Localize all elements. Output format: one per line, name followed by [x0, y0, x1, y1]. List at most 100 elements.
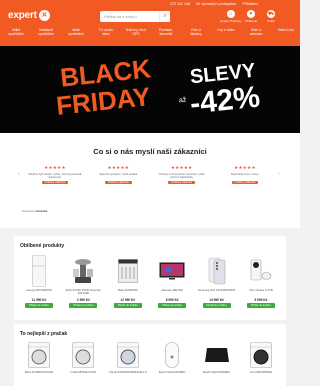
product-card[interactable]: LG F4WV508S0E: [242, 341, 280, 378]
heureka-logo: Heureka: [36, 209, 48, 213]
search-icon[interactable]: ⌕: [159, 11, 170, 22]
nav-item[interactable]: Vestavné spotřebiče: [35, 28, 57, 36]
chevron-right-icon[interactable]: ›: [278, 171, 280, 177]
water-heater-image[interactable]: [159, 341, 185, 369]
login-link[interactable]: Přihlášení: [242, 2, 258, 6]
reviews-source[interactable]: Hodnocení Heureka: [22, 209, 47, 213]
product-name[interactable]: Beko WUE6612CSAW: [25, 371, 53, 378]
product-name[interactable]: LG F4WV508S0E: [250, 371, 272, 378]
phone-link[interactable]: 272 102 148: [170, 2, 190, 6]
add-to-cart-button[interactable]: Přidat do košíku: [25, 303, 53, 308]
wishlist-button[interactable]: ♥ Oblíbené: [243, 10, 259, 23]
product-card[interactable]: Bosch WQG24509EU: [198, 341, 236, 378]
review-card: ★★★★★ Všechno bylo skvěle, rychle, ochot…: [28, 165, 82, 184]
product-price: 8 990 Kč: [165, 298, 179, 302]
logo-mark-icon: ✕: [38, 9, 50, 21]
search-input[interactable]: Hledat na e-shopu ⌕: [100, 11, 170, 22]
star-rating-icon: ★★★★★: [107, 165, 130, 170]
product-card[interactable]: Indesit BWSE 61051: [64, 341, 102, 378]
logo[interactable]: expert ✕: [8, 9, 50, 21]
verified-badge: Ověřený zákazník: [231, 181, 259, 184]
product-list: Gorenje RK4181PW4 11 990 Kč Přidat do ko…: [20, 255, 280, 308]
washing-machine-image[interactable]: [70, 341, 96, 369]
reviews-carousel: ★★★★★ Všechno bylo skvěle, rychle, ochot…: [28, 165, 272, 184]
product-card[interactable]: Bosch WGG04409BY: [153, 341, 191, 378]
product-list: Beko WUE6612CSAW Indesit BWSE 61051 Cand…: [20, 341, 280, 378]
washing-machine-image[interactable]: [115, 341, 141, 369]
product-card[interactable]: Beko DIN36430 12 990 Kč Přidat do košíku: [109, 255, 147, 308]
black-friday-banner[interactable]: BLACK FRIDAY SLEVY až -42%: [0, 46, 300, 133]
nav-item[interactable]: Velké spotřebiče: [5, 28, 27, 36]
food-processor-image[interactable]: [70, 255, 96, 287]
stores-button[interactable]: ⌂ Expert Prodejny: [220, 10, 242, 23]
product-card[interactable]: Samsung S23 FE 8GB/256GB 14 990 Kč Přida…: [198, 255, 236, 308]
product-card[interactable]: Beko WUE6612CSAW: [20, 341, 58, 378]
cooktop-image[interactable]: [204, 341, 230, 369]
dishwasher-image[interactable]: [115, 255, 141, 287]
washers-title: To nejlepší z pračak: [20, 331, 68, 337]
add-to-cart-button[interactable]: Přidat do košíku: [69, 303, 98, 308]
add-to-cart-button[interactable]: Přidat do košíku: [246, 303, 275, 308]
star-rating-icon: ★★★★★: [170, 165, 193, 170]
product-price: 2 990 Kč: [76, 298, 90, 302]
verified-badge: Ověřený zákazník: [168, 181, 196, 184]
add-to-cart-button[interactable]: Přidat do košíku: [202, 303, 231, 308]
nav-item[interactable]: Hry a video: [215, 28, 237, 36]
cart-button[interactable]: ⛟ Košík: [263, 10, 279, 23]
review-card: ★★★★★ Naprosto spokojen, rychlé dodání. …: [91, 165, 145, 184]
favorites-title: Oblíbené produkty: [20, 243, 65, 249]
add-to-cart-button[interactable]: Přidat do košíku: [158, 303, 187, 308]
site-header: expert ✕ Hledat na e-shopu ⌕ 272 102 148…: [0, 0, 300, 46]
header-actions: ⌂ Expert Prodejny ♥ Oblíbené ⛟ Košík: [220, 10, 279, 23]
nav-item[interactable]: TV, audio, video: [95, 28, 117, 36]
product-price: 9 990 Kč: [254, 298, 268, 302]
stores-label: Expert Prodejny: [220, 19, 242, 23]
reviews-source-prefix: Hodnocení: [22, 209, 36, 213]
verified-badge: Ověřený zákazník: [104, 181, 132, 184]
product-name[interactable]: Gorenje RK4181PW4: [26, 289, 53, 296]
washing-machine-image[interactable]: [26, 341, 52, 369]
product-name[interactable]: Samsung S23 FE 8GB/256GB: [198, 289, 236, 296]
nav-item[interactable]: Telefony, tech. GPS: [125, 28, 147, 36]
nav-item[interactable]: Dům a zahrada: [245, 28, 267, 36]
reviews-section: Co si o nás myslí naši zákazníci ‹ › ★★★…: [0, 133, 300, 228]
banner-percent: -42%: [188, 80, 262, 121]
best-washers-section: To nejlepší z pračak Beko WUE6612CSAW In…: [14, 324, 286, 386]
review-text: Doporučuji tento e-shop.: [230, 173, 260, 176]
phone-image[interactable]: [204, 255, 230, 287]
add-to-cart-button[interactable]: Přidat do košíku: [113, 303, 142, 308]
product-card[interactable]: Xbox Series S 1TB 9 990 Kč Přidat do koš…: [242, 255, 280, 308]
fridge-image[interactable]: [26, 255, 52, 287]
product-name[interactable]: Bosch WGG04409BY: [159, 371, 186, 378]
nav-item[interactable]: Malé spotřebiče: [65, 28, 87, 36]
stores-link[interactable]: Ve vybraných prodejnách: [196, 2, 236, 6]
product-card[interactable]: ECG FOOD STAR Chamber KM 1000 2 990 Kč P…: [64, 255, 102, 308]
product-name[interactable]: ECG FOOD STAR Chamber KM 1000: [64, 289, 102, 296]
reviews-title: Co si o nás myslí naši zákazníci: [93, 147, 207, 156]
product-card[interactable]: Gorenje RK4181PW4 11 990 Kč Přidat do ko…: [20, 255, 58, 308]
cart-label: Košík: [267, 19, 275, 23]
product-name[interactable]: Indesit BWSE 61051: [70, 371, 96, 378]
review-text: Ochotný a kompetentní personál, rychlé v…: [158, 173, 205, 180]
review-card: ★★★★★ Ochotný a kompetentní personál, ry…: [155, 165, 209, 184]
wishlist-label: Oblíbené: [244, 19, 258, 23]
product-name[interactable]: Xbox Series S 1TB: [249, 289, 273, 296]
washing-machine-image[interactable]: [248, 341, 274, 369]
header-contacts: 272 102 148 Ve vybraných prodejnách Přih…: [170, 2, 258, 6]
stores-icon: ⌂: [227, 10, 235, 18]
product-name[interactable]: Hisense 43E7NQ: [161, 289, 183, 296]
chevron-left-icon[interactable]: ‹: [18, 171, 20, 177]
product-name[interactable]: Beko DIN36430: [118, 289, 138, 296]
favorite-products-section: Oblíbené produkty Gorenje RK4181PW4 11 9…: [14, 236, 286, 320]
nav-item[interactable]: Foto a tiskárny: [185, 28, 207, 36]
category-nav: Velké spotřebiče Vestavné spotřebiče Mal…: [5, 28, 297, 36]
nav-item[interactable]: Další a kry: [275, 28, 297, 36]
console-image[interactable]: [248, 255, 274, 287]
search-placeholder: Hledat na e-shopu: [104, 14, 137, 19]
product-name[interactable]: Candy ROW4964DWMCE/1-S: [109, 371, 147, 378]
nav-item[interactable]: Počítače, kancelář: [155, 28, 177, 36]
product-card[interactable]: Candy ROW4964DWMCE/1-S: [109, 341, 147, 378]
product-name[interactable]: Bosch WQG24509EU: [203, 371, 230, 378]
tv-image[interactable]: [159, 255, 185, 287]
product-card[interactable]: Hisense 43E7NQ 8 990 Kč Přidat do košíku: [153, 255, 191, 308]
